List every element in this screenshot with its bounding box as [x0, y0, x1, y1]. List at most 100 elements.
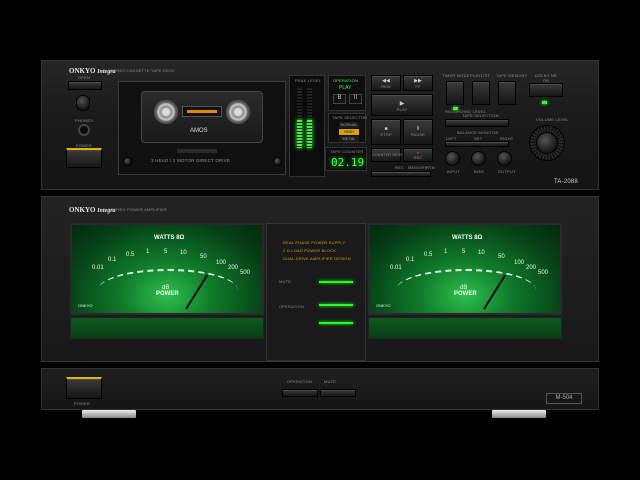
input-knob[interactable] — [445, 151, 460, 166]
timer-mode-label: TIMER MODE — [442, 73, 470, 78]
left-scale-6: 50 — [200, 254, 207, 260]
right-scale-4: 5 — [462, 249, 466, 255]
right-meter-glow — [368, 317, 562, 339]
right-power-meter: WATTS 8Ω 0.01 0.1 0.5 1 5 10 50 100 200 … — [368, 223, 562, 315]
operation-button[interactable] — [282, 389, 318, 397]
left-scale-8: 200 — [228, 265, 239, 271]
output-knob[interactable] — [497, 151, 512, 166]
deck-model: TA-2088 — [554, 179, 578, 185]
right-scale-7: 100 — [514, 260, 525, 266]
balance-switch[interactable] — [445, 141, 509, 147]
rewind-button[interactable]: ◀◀ REW — [371, 75, 401, 91]
output-knob-label: OUTPUT — [498, 169, 516, 174]
mute-button[interactable] — [320, 389, 356, 397]
deck-model-desc: STEREO CASSETTE TAPE DECK — [108, 68, 176, 73]
operation-led-b — [319, 322, 353, 324]
play-button[interactable]: ▶ PLAY — [371, 94, 433, 116]
bias-knob-label: BIAS — [474, 169, 484, 174]
tape-option-high[interactable]: HIGH — [339, 129, 359, 135]
memory-bottom-label: MEMORY — [408, 165, 428, 170]
tape-selection-switch[interactable] — [445, 119, 509, 127]
rtn-bottom-label: RTN — [426, 165, 435, 170]
tape-selector: TAPE SELECTOR NORMAL HIGH METAL — [328, 113, 367, 143]
peak-level-label: PEAK LEVEL — [295, 78, 322, 83]
tape-counter: TAPE COUNTER 02.19 — [325, 147, 367, 171]
right-scale-0: 0.01 — [390, 265, 402, 271]
left-meter-title: WATTS 8Ω — [154, 235, 185, 241]
operation-display: OPERATION PLAY B II — [328, 75, 366, 111]
rec-bottom-label: REC — [395, 165, 405, 170]
phones-jack[interactable] — [78, 124, 90, 136]
nr-type-display: B — [333, 94, 346, 104]
tape-type-display: II — [349, 94, 362, 104]
phones-level-knob[interactable] — [76, 95, 90, 111]
tape-counter-value: 02.19 — [331, 156, 365, 169]
center-text-1: REAL PHASE POWER SUPPLY — [283, 240, 346, 245]
mute-led — [319, 281, 353, 283]
play-label: PLAY — [396, 107, 408, 112]
cassette-label: AMOS — [190, 128, 208, 134]
tape-memory-label: TAPE MEMORY — [496, 73, 528, 78]
stop-label: STOP — [380, 132, 392, 137]
amp-power-label: POWER — [74, 401, 91, 406]
cassette-door[interactable]: AMOS 3 HEAD / 2 MOTOR DIRECT DRIVE — [118, 81, 286, 175]
tape-window — [182, 106, 222, 117]
memory-bar-button[interactable] — [371, 171, 431, 177]
volume-label: VOLUME LEVEL — [536, 117, 569, 122]
counter-reset-button[interactable]: COUNTER RESET — [371, 148, 406, 162]
left-meter-power: POWER — [156, 291, 179, 297]
door-screw-left-icon — [123, 157, 132, 166]
rec-label: REC — [413, 155, 423, 160]
rec-button[interactable]: ● REC — [403, 148, 433, 162]
stop-button[interactable]: ■ STOP — [371, 119, 401, 145]
left-scale-9: 500 — [240, 270, 251, 276]
left-scale-2: 0.5 — [126, 252, 135, 258]
volume-knob[interactable] — [529, 125, 565, 161]
dolby-led — [542, 101, 547, 104]
left-scale-1: 0.1 — [108, 257, 117, 263]
counter-reset-label: COUNTER RESET — [372, 153, 406, 157]
fast-forward-button[interactable]: ▶▶ FF — [403, 75, 433, 91]
right-scale-9: 500 — [538, 270, 549, 276]
balance-title: BALANCE MONITOR — [457, 130, 499, 135]
tape-memory-switch[interactable] — [498, 81, 516, 105]
amp-control-strip: POWER OPERATION MUTE M-504 — [41, 368, 599, 410]
play-icon: ▶ — [399, 101, 405, 107]
timer-mode-switch[interactable] — [446, 81, 464, 105]
tape-selection-title: TAPE SELECTION — [462, 113, 499, 118]
head-text: 3 HEAD / 2 MOTOR DIRECT DRIVE — [151, 158, 231, 163]
amp-center-panel: REAL PHASE POWER SUPPLY 2 Ω LOAD POWER B… — [266, 223, 366, 361]
tape-option-normal[interactable]: NORMAL — [339, 122, 359, 128]
center-text-2: 2 Ω LOAD POWER BLOCK — [283, 248, 337, 253]
right-meter-title: WATTS 8Ω — [452, 235, 483, 241]
volume-knob-cap — [536, 132, 558, 154]
playlist-switch[interactable] — [472, 81, 490, 105]
eject-button[interactable] — [68, 81, 102, 90]
peak-level-meter: PEAK LEVEL — [289, 75, 325, 177]
amp-model-plate: M-504 — [546, 393, 582, 404]
power-amplifier: ONKYO Integra STEREO POWER AMPLIFIER WAT… — [41, 196, 599, 362]
tape-head — [177, 149, 217, 153]
right-scale-1: 0.1 — [406, 257, 415, 263]
tape-option-metal[interactable]: METAL — [339, 136, 359, 142]
right-scale-5: 10 — [478, 250, 485, 256]
right-meter-power: POWER — [454, 291, 477, 297]
right-scale-2: 0.5 — [424, 252, 433, 258]
center-mute-label: MUTE — [279, 279, 292, 284]
amp-power-button[interactable] — [66, 377, 102, 399]
tape-counter-title: TAPE COUNTER — [330, 149, 364, 154]
right-reel-icon — [226, 100, 250, 124]
center-text-3: DUAL DRIVE AMPLIFIER DESIGN — [283, 256, 351, 261]
dolby-nr-button[interactable] — [529, 83, 563, 97]
bias-knob[interactable] — [471, 151, 486, 166]
left-meter-brand: ONKYO — [78, 303, 93, 308]
center-operation-label: OPERATION — [279, 304, 305, 309]
deck-power-button[interactable] — [66, 148, 102, 168]
left-scale-4: 5 — [164, 249, 168, 255]
operation-title: OPERATION — [333, 78, 359, 83]
mute-button-label: MUTE — [324, 379, 337, 384]
playlist-label: PLAYLIST — [470, 73, 490, 78]
right-scale-3: 1 — [444, 249, 448, 255]
pause-button[interactable]: II PAUSE — [403, 119, 433, 145]
pause-label: PAUSE — [410, 132, 426, 137]
